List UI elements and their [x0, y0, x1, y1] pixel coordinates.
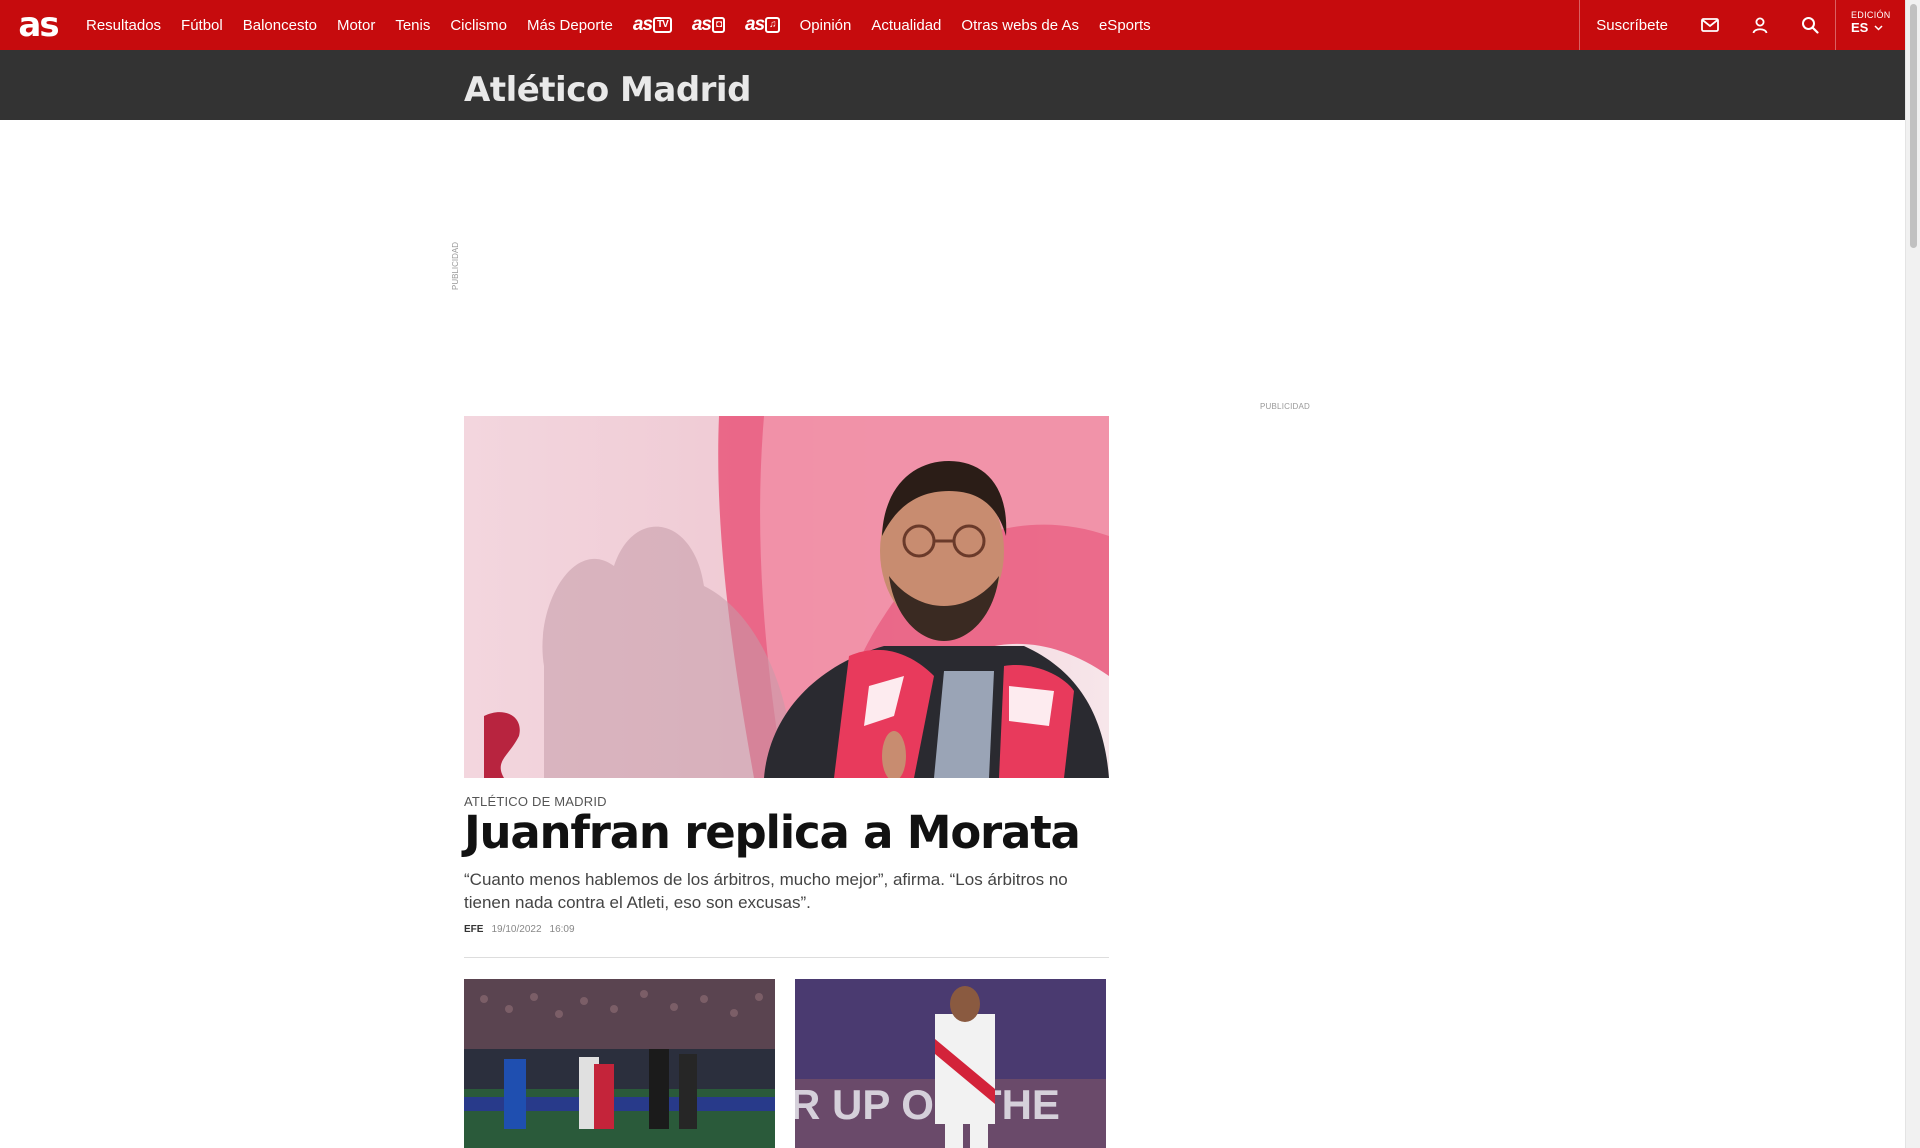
edition-label: EDICIÓN: [1851, 10, 1891, 20]
nav-item-esports[interactable]: eSports: [1089, 0, 1161, 50]
audio-wave-icon: ♫: [765, 17, 780, 33]
subscribe-link[interactable]: Suscríbete: [1579, 0, 1685, 50]
top-navigation-bar: as Resultados Fútbol Baloncesto Motor Te…: [0, 0, 1905, 50]
as-logo[interactable]: as: [0, 0, 76, 50]
edition-value-wrap: ES: [1851, 20, 1891, 35]
nav-item-futbol[interactable]: Fútbol: [171, 0, 233, 50]
story-time: 16:09: [549, 924, 575, 935]
as-photo-logo-text: as: [691, 14, 712, 35]
search-icon[interactable]: [1785, 0, 1835, 50]
nav-item-otras-webs[interactable]: Otras webs de As: [951, 0, 1089, 50]
section-header: Atlético Madrid: [0, 50, 1905, 120]
story-summary: “Cuanto menos hablemos de los árbitros, …: [464, 870, 1068, 912]
story-byline: EFE 19/10/2022 16:09: [464, 924, 575, 935]
secondary-story-image-1[interactable]: [464, 979, 775, 1148]
story-author[interactable]: EFE: [464, 924, 483, 935]
as-audio-logo-link[interactable]: as ♫: [735, 0, 790, 50]
svg-text:R UP ON THE: R UP ON THE: [795, 1081, 1060, 1128]
nav-item-actualidad[interactable]: Actualidad: [861, 0, 951, 50]
story-headline[interactable]: Juanfran replica a Morata: [464, 806, 1081, 859]
secondary-story-image-2[interactable]: R UP ON THE: [795, 979, 1106, 1148]
edition-value: ES: [1851, 20, 1869, 35]
page-scrollbar[interactable]: [1905, 0, 1920, 1148]
main-story-photo: [464, 416, 1109, 778]
scrollbar-thumb[interactable]: [1910, 4, 1917, 248]
nav-item-opinion[interactable]: Opinión: [790, 0, 862, 50]
as-photo-logo-link[interactable]: as ◘: [682, 0, 735, 50]
player-celebration-photo: R UP ON THE: [795, 979, 1106, 1148]
mail-icon[interactable]: [1685, 0, 1735, 50]
section-title: Atlético Madrid: [464, 70, 751, 110]
nav-item-baloncesto[interactable]: Baloncesto: [233, 0, 327, 50]
edition-selector[interactable]: EDICIÓN ES: [1835, 0, 1905, 50]
nav-item-resultados[interactable]: Resultados: [76, 0, 171, 50]
story-divider: [464, 957, 1109, 958]
user-icon[interactable]: [1735, 0, 1785, 50]
ad-label-top: PUBLICIDAD: [451, 241, 460, 290]
chevron-down-icon: [1874, 24, 1883, 31]
nav-item-tenis[interactable]: Tenis: [385, 0, 440, 50]
as-tv-logo-text: as: [632, 14, 653, 35]
ad-label-sidebar: PUBLICIDAD: [1260, 402, 1311, 411]
stadium-photo: [464, 979, 775, 1148]
as-tv-badge: TV: [653, 17, 672, 33]
main-story-image[interactable]: [464, 416, 1109, 778]
nav-item-mas-deporte[interactable]: Más Deporte: [517, 0, 623, 50]
story-date: 19/10/2022: [491, 924, 542, 935]
main-nav: Resultados Fútbol Baloncesto Motor Tenis…: [76, 0, 1579, 50]
camera-icon: ◘: [711, 17, 725, 33]
nav-item-motor[interactable]: Motor: [327, 0, 385, 50]
as-audio-logo-text: as: [745, 14, 765, 35]
header-actions: Suscríbete EDICIÓN ES: [1579, 0, 1905, 50]
nav-item-ciclismo[interactable]: Ciclismo: [440, 0, 517, 50]
as-tv-logo-link[interactable]: as TV: [623, 0, 682, 50]
